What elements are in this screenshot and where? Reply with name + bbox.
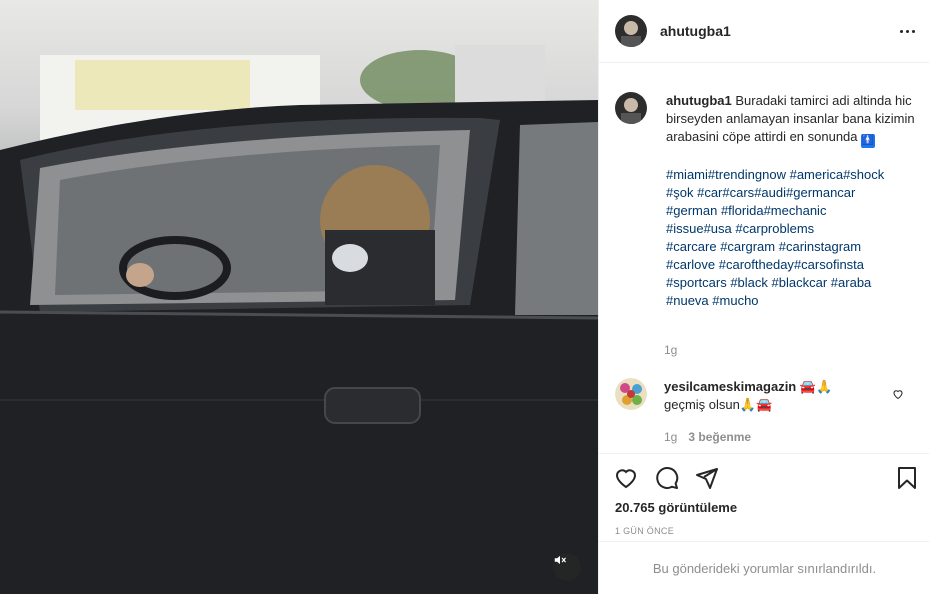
- heart-icon[interactable]: [614, 466, 638, 490]
- hashtag-link[interactable]: #cars: [722, 185, 754, 200]
- hashtag-link[interactable]: #caroftheday: [719, 257, 794, 272]
- hashtag-link[interactable]: #german: [666, 203, 717, 218]
- hashtag-link[interactable]: #cargram: [720, 239, 775, 254]
- hashtag-list: #miami#trendingnow #america#shock #şok #c…: [666, 166, 915, 310]
- comment-body: geçmiş olsun: [664, 397, 740, 412]
- hashtag-link[interactable]: #carcare: [666, 239, 717, 254]
- caption-text-block: ahutugba1 Buradaki tamirci adi altinda h…: [666, 92, 915, 310]
- hashtag-link[interactable]: #audi: [754, 185, 786, 200]
- video-frame-illustration: [0, 45, 598, 594]
- bookmark-icon[interactable]: [895, 466, 919, 490]
- avatar-image: [615, 15, 647, 47]
- hashtag-link[interactable]: #blackcar: [772, 275, 828, 290]
- caption-username[interactable]: ahutugba1: [666, 93, 732, 108]
- hashtag-link[interactable]: #carinstagram: [779, 239, 861, 254]
- share-icon[interactable]: [695, 466, 719, 490]
- hashtag-link[interactable]: #araba: [831, 275, 871, 290]
- commenter-username[interactable]: yesilcameskimagazin: [664, 379, 796, 394]
- hashtag-link[interactable]: #issue: [666, 221, 704, 236]
- hashtag-link[interactable]: #carsofinsta: [794, 257, 864, 272]
- comment-head-emoji: 🚘🙏: [799, 379, 833, 394]
- commenter-avatar[interactable]: [615, 378, 647, 410]
- hashtag-link[interactable]: #usa: [704, 221, 732, 236]
- comments-limited-notice: Bu gönderideki yorumlar sınırlandırıldı.: [599, 541, 929, 594]
- hashtag-link[interactable]: #florida: [721, 203, 764, 218]
- hashtag-link[interactable]: #sportcars: [666, 275, 727, 290]
- comment-meta: 1g 3 beğenme: [664, 430, 751, 444]
- hashtag-link[interactable]: #shock: [843, 167, 884, 182]
- comments-limited-text: Bu gönderideki yorumlar sınırlandırıldı.: [652, 560, 877, 576]
- post-age: 1 GÜN ÖNCE: [615, 526, 675, 536]
- comment-body-emoji: 🙏🚘: [739, 397, 773, 412]
- mute-toggle-button[interactable]: [553, 553, 581, 581]
- comment-item: yesilcameskimagazin 🚘🙏 geçmiş olsun🙏🚘: [615, 378, 915, 414]
- post-caption: ahutugba1 Buradaki tamirci adi altinda h…: [615, 92, 915, 310]
- comment-likes-count[interactable]: 3 beğenme: [688, 430, 751, 444]
- post-author-username[interactable]: ahutugba1: [660, 23, 731, 39]
- post-video[interactable]: [0, 0, 598, 594]
- hashtag-link[interactable]: #america: [790, 167, 843, 182]
- hashtag-link[interactable]: #carproblems: [735, 221, 814, 236]
- hashtag-link[interactable]: #car: [697, 185, 722, 200]
- hashtag-link[interactable]: #miami: [666, 167, 708, 182]
- avatar[interactable]: [615, 15, 647, 47]
- more-options-icon[interactable]: [896, 20, 918, 42]
- hashtag-link[interactable]: #germancar: [786, 185, 855, 200]
- restroom-man-emoji: 🚹: [861, 134, 876, 148]
- hashtag-link[interactable]: #nueva: [666, 293, 709, 308]
- speaker-muted-icon: [554, 555, 566, 565]
- post-header: ahutugba1: [599, 0, 929, 63]
- comment-icon[interactable]: [655, 466, 679, 490]
- comment-text-block: yesilcameskimagazin 🚘🙏 geçmiş olsun🙏🚘: [664, 378, 832, 414]
- hashtag-link[interactable]: #şok: [666, 185, 693, 200]
- hashtag-link[interactable]: #black: [730, 275, 768, 290]
- instagram-post-view: ahutugba1 ahutugba1 Buradaki tamirci adi…: [0, 0, 929, 594]
- comment-like-heart-icon[interactable]: [892, 388, 904, 400]
- caption-avatar-image: [615, 92, 647, 124]
- commenter-avatar-image: [615, 378, 647, 410]
- hashtag-link[interactable]: #mucho: [712, 293, 758, 308]
- caption-avatar[interactable]: [615, 92, 647, 124]
- views-count[interactable]: 20.765 görüntüleme: [615, 500, 737, 515]
- hashtag-link[interactable]: #trendingnow: [708, 167, 786, 182]
- post-side-panel: ahutugba1 ahutugba1 Buradaki tamirci adi…: [598, 0, 929, 594]
- caption-timestamp: 1g: [664, 343, 678, 357]
- hashtag-link[interactable]: #carlove: [666, 257, 715, 272]
- comment-timestamp: 1g: [664, 430, 678, 444]
- hashtag-link[interactable]: #mechanic: [764, 203, 827, 218]
